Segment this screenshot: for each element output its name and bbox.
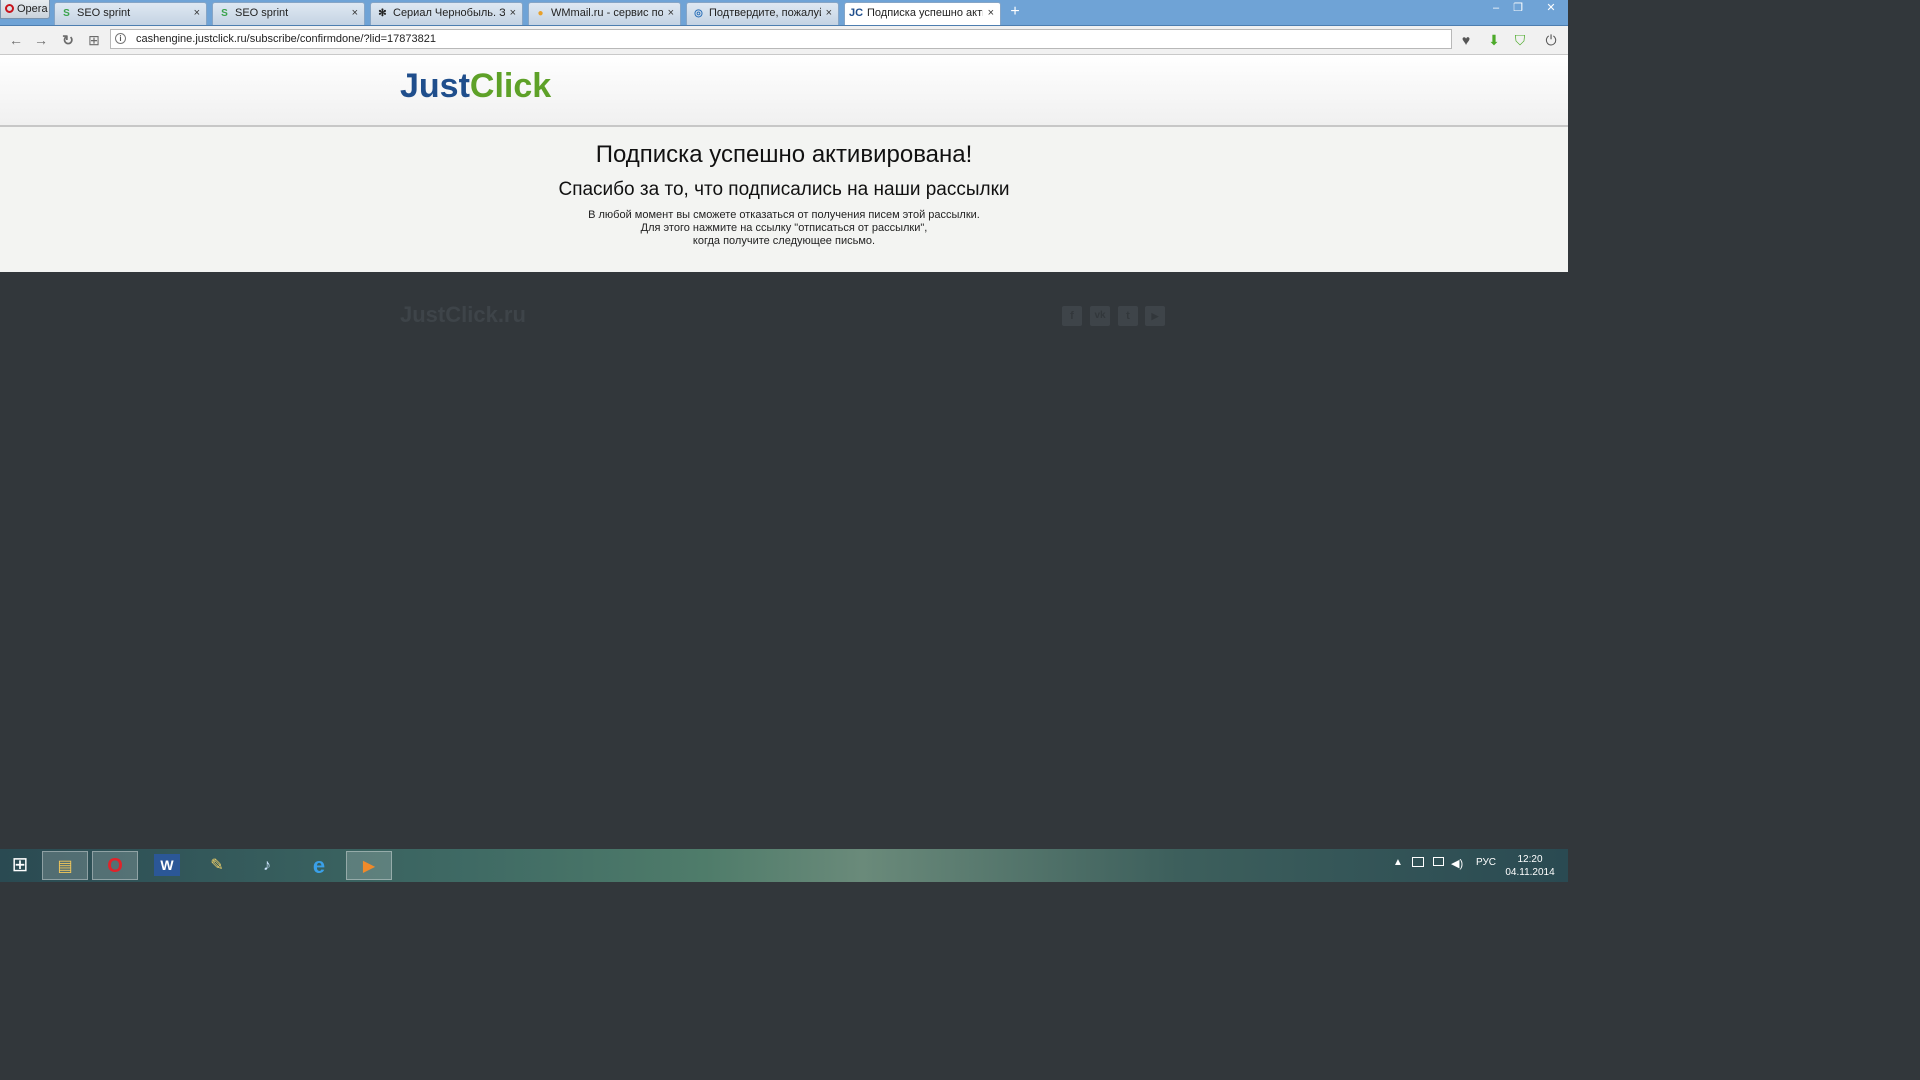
tab-title: WMmail.ru - сервис почт: [551, 7, 663, 19]
seosprint-favicon-icon: S: [221, 8, 228, 19]
tab-chernobyl[interactable]: ✻ Сериал Чернобыль. Зона ×: [370, 2, 523, 25]
download-icon[interactable]: ⬇: [1485, 31, 1503, 49]
unsubscribe-note: В любой момент вы сможете отказаться от …: [0, 209, 1568, 248]
tab-close-icon[interactable]: ×: [826, 7, 832, 19]
system-clock[interactable]: 12:20 04.11.2014: [1500, 853, 1560, 879]
justclick-favicon-icon: JC: [849, 7, 864, 19]
tab-title: SEO sprint: [235, 7, 289, 19]
url-input[interactable]: [136, 33, 1436, 45]
wmmail-favicon-icon: ●: [537, 8, 544, 19]
site-info-icon[interactable]: i: [115, 33, 126, 44]
speed-dial-button[interactable]: ⊞: [85, 31, 103, 49]
back-button[interactable]: ←: [7, 31, 25, 49]
opera-logo-icon: [5, 4, 14, 13]
minimize-button[interactable]: –: [1484, 0, 1508, 18]
tab-close-icon[interactable]: ×: [352, 7, 358, 19]
clock-time: 12:20: [1517, 854, 1543, 865]
new-tab-button[interactable]: +: [1006, 3, 1024, 21]
confirm-favicon-icon: ◎: [694, 8, 703, 19]
seosprint-favicon-icon: S: [63, 8, 70, 19]
footer-logo[interactable]: JustClick.ru: [400, 302, 526, 328]
opera-menu-label: Opera: [17, 3, 48, 15]
media-player-icon[interactable]: ▶: [346, 851, 392, 880]
tab-wmmail[interactable]: ● WMmail.ru - сервис почт ×: [528, 2, 681, 25]
shield-icon[interactable]: ⛉: [1511, 31, 1529, 49]
tab-title: Сериал Чернобыль. Зона: [393, 7, 505, 19]
tab-close-icon[interactable]: ×: [988, 7, 994, 19]
close-window-button[interactable]: ✕: [1536, 0, 1566, 18]
tab-seo-sprint-1[interactable]: S SEO sprint ×: [54, 2, 207, 25]
tab-confirm[interactable]: ◎ Подтвердите, пожалуйста ×: [686, 2, 839, 25]
opera-taskbar-icon[interactable]: O: [92, 851, 138, 880]
note-line-2: Для этого нажмите на ссылку "отписаться …: [640, 222, 928, 234]
file-explorer-icon[interactable]: ▤: [42, 851, 88, 880]
restore-button[interactable]: ❐: [1506, 0, 1530, 18]
tab-seo-sprint-2[interactable]: S SEO sprint ×: [212, 2, 365, 25]
forward-button[interactable]: →: [32, 31, 50, 49]
clock-date: 04.11.2014: [1505, 867, 1555, 878]
confirmation-panel: Подписка успешно активирована! Спасибо з…: [0, 127, 1568, 272]
youtube-icon[interactable]: ▶: [1145, 306, 1165, 326]
tab-close-icon[interactable]: ×: [510, 7, 516, 19]
tab-strip: Opera S SEO sprint × S SEO sprint × ✻ Се…: [0, 0, 1568, 26]
page-title: Подписка успешно активирована!: [595, 141, 973, 168]
note-line-3: когда получите следующее письмо.: [692, 235, 876, 247]
windows-taskbar: ⊞ ▤ O W ✎ ♪ e ▶ ▲ ◀) РУС 12:20 04.11.201…: [0, 849, 1568, 882]
language-indicator[interactable]: РУС: [1476, 857, 1496, 868]
internet-explorer-icon[interactable]: e: [296, 851, 342, 880]
action-center-flag-icon[interactable]: [1412, 857, 1424, 867]
logo-just: Just: [400, 67, 470, 105]
page-subtitle: Спасибо за то, что подписались на наши р…: [558, 179, 1010, 200]
opera-menu-button[interactable]: Opera: [0, 0, 50, 19]
word-icon[interactable]: W: [154, 854, 180, 876]
sound-recorder-icon[interactable]: ♪: [244, 851, 290, 880]
address-bar[interactable]: i: [110, 29, 1452, 49]
tab-title: Подписка успешно актив: [867, 7, 983, 19]
tab-subscription-active[interactable]: JC Подписка успешно актив ×: [844, 2, 1001, 25]
note-line-1: В любой момент вы сможете отказаться от …: [588, 209, 980, 221]
facebook-icon[interactable]: f: [1062, 306, 1082, 326]
tab-title: Подтвердите, пожалуйста: [709, 7, 821, 19]
navigation-bar: ← → ↻ ⊞ i ♥ ⬇ ⛉ ⏻: [0, 26, 1568, 55]
heart-icon[interactable]: ♥: [1457, 31, 1475, 49]
chernobyl-favicon-icon: ✻: [378, 8, 387, 19]
tab-close-icon[interactable]: ×: [194, 7, 200, 19]
site-header: JustClick: [0, 55, 1568, 127]
twitter-icon[interactable]: t: [1118, 306, 1138, 326]
paint-icon[interactable]: ✎: [194, 851, 240, 880]
power-icon[interactable]: ⏻: [1542, 31, 1560, 49]
justclick-logo[interactable]: JustClick: [400, 67, 551, 106]
logo-click: Click: [469, 67, 552, 105]
volume-icon[interactable]: ◀): [1451, 857, 1463, 870]
site-footer: JustClick.ru f vk t ▶: [0, 272, 1568, 849]
reload-button[interactable]: ↻: [59, 31, 77, 49]
tray-expand-icon[interactable]: ▲: [1393, 857, 1403, 868]
start-button[interactable]: ⊞: [0, 851, 40, 880]
vk-icon[interactable]: vk: [1090, 306, 1110, 326]
tab-close-icon[interactable]: ×: [668, 7, 674, 19]
network-icon[interactable]: [1433, 857, 1444, 866]
tab-title: SEO sprint: [77, 7, 131, 19]
